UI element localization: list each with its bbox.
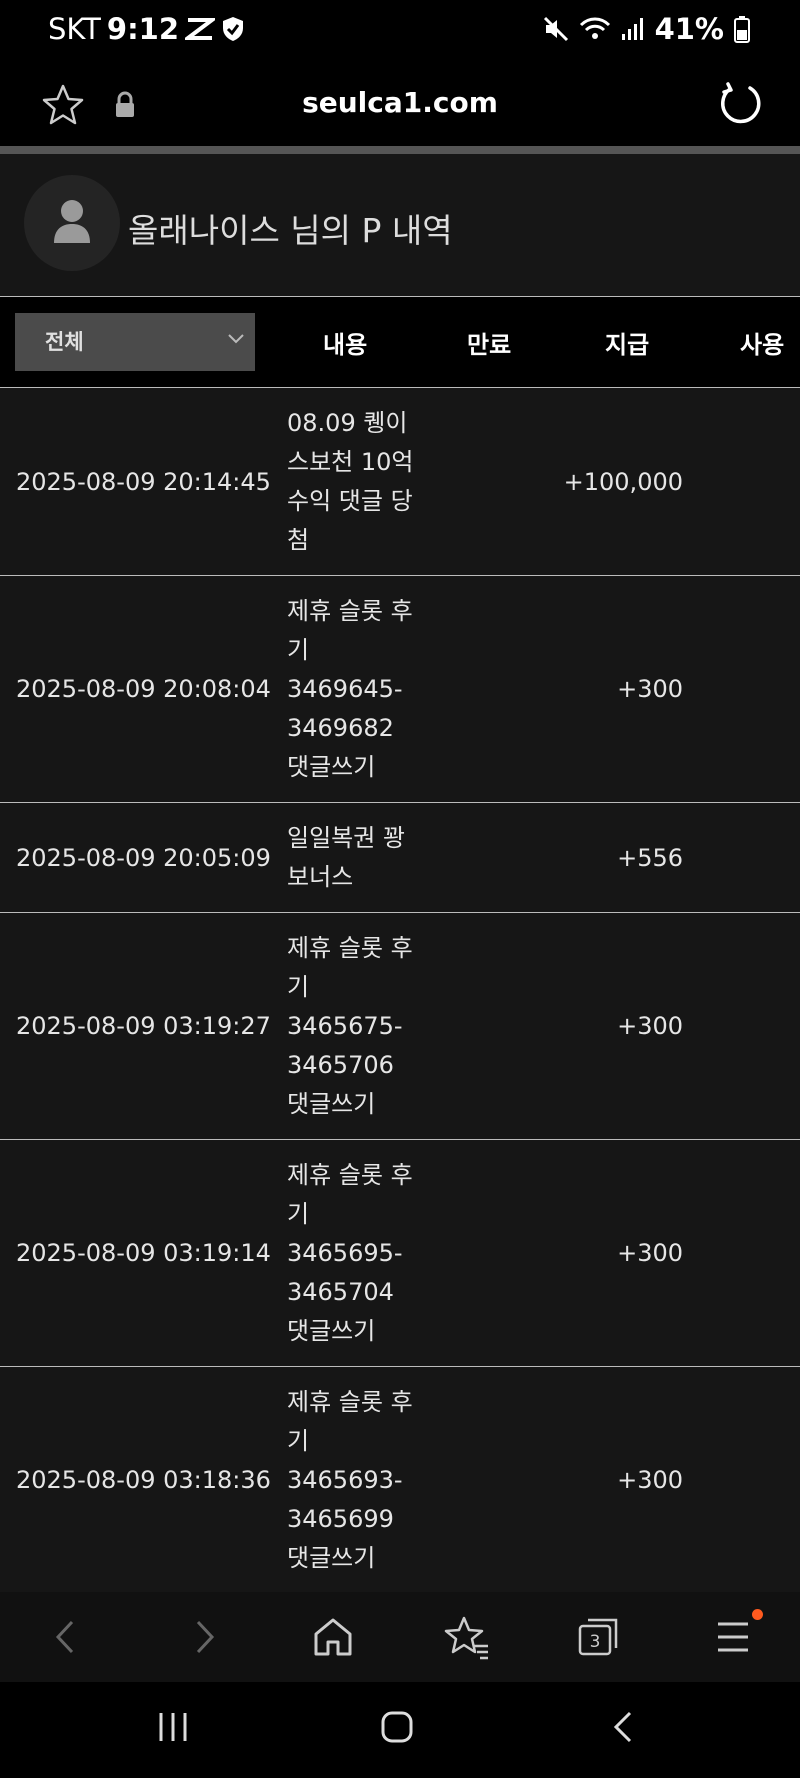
row-amount: +300 — [617, 675, 683, 703]
points-table-body: 2025-08-09 20:14:45 08.09 퀭이스보천 10억 수익 댓글… — [0, 388, 800, 1592]
filter-select[interactable]: 전체 — [15, 313, 255, 371]
row-date: 2025-08-09 03:19:27 — [16, 1012, 271, 1040]
row-amount: +300 — [617, 1239, 683, 1267]
menu-icon[interactable] — [710, 1614, 756, 1660]
system-nav-bar — [0, 1682, 800, 1778]
row-amount: +100,000 — [563, 467, 683, 496]
row-amount: +300 — [617, 1012, 683, 1040]
table-row: 2025-08-09 20:14:45 08.09 퀭이스보천 10억 수익 댓글… — [0, 388, 800, 576]
back-system-icon[interactable] — [606, 1710, 640, 1744]
page-title: 올래나이스 님의 P 내역 — [128, 211, 453, 250]
tabs-count: 3 — [590, 1632, 601, 1652]
row-amount: +300 — [617, 1466, 683, 1494]
status-bar: SKT 9:12 41% — [0, 0, 800, 64]
row-amount: +556 — [617, 843, 683, 872]
row-date: 2025-08-09 20:05:09 — [16, 843, 271, 872]
row-content: 08.09 퀭이스보천 10억 수익 댓글 당첨 — [287, 409, 414, 554]
row-content: 일일복권 꽝 보너스 — [287, 824, 406, 891]
status-right: 41% — [543, 12, 750, 46]
wifi-icon — [579, 17, 610, 39]
table-row: 2025-08-09 03:19:27 제휴 슬롯 후기 3465675-3465… — [0, 913, 800, 1140]
status-left: SKT 9:12 — [48, 12, 245, 46]
reload-icon[interactable] — [716, 80, 764, 128]
carrier: SKT — [48, 12, 101, 46]
avatar — [24, 175, 120, 271]
shield-icon — [223, 17, 244, 41]
column-header-expiry: 만료 — [467, 331, 512, 359]
browser-toolbar: seulca1.com — [0, 64, 800, 146]
home-system-icon[interactable] — [380, 1710, 414, 1744]
row-date: 2025-08-09 20:14:45 — [16, 467, 271, 496]
recent-apps-icon[interactable] — [156, 1710, 190, 1744]
browser-bottom-nav: 3 — [0, 1592, 800, 1682]
tabs-icon: 3 — [578, 1618, 618, 1656]
chevron-down-icon — [228, 334, 244, 344]
table-row: 2025-08-09 03:18:36 제휴 슬롯 후기 3465693-3465… — [0, 1367, 800, 1592]
row-content: 제휴 슬롯 후기 3465695-3465704 댓글쓰기 — [287, 1161, 413, 1345]
forward-icon[interactable] — [180, 1614, 226, 1660]
page-load-divider — [0, 146, 800, 154]
profile-header: 올래나이스 님의 P 내역 — [0, 154, 800, 297]
filter-value: 전체 — [45, 330, 84, 354]
row-date: 2025-08-09 20:08:04 — [16, 675, 271, 703]
notification-dot — [752, 1609, 763, 1620]
signal-icon — [621, 18, 643, 40]
user-icon — [54, 200, 90, 243]
row-date: 2025-08-09 03:18:36 — [16, 1466, 271, 1494]
table-row: 2025-08-09 20:08:04 제휴 슬롯 후기 3469645-3469… — [0, 576, 800, 803]
row-content: 제휴 슬롯 후기 3469645-3469682 댓글쓰기 — [287, 597, 413, 781]
battery-icon — [734, 16, 750, 43]
back-icon[interactable] — [44, 1614, 90, 1660]
table-row: 2025-08-09 03:19:14 제휴 슬롯 후기 3465695-3465… — [0, 1140, 800, 1367]
table-row: 2025-08-09 20:05:09 일일복권 꽝 보너스 +556 — [0, 803, 800, 913]
column-header-content: 내용 — [323, 331, 368, 359]
column-header-used: 사용 — [740, 331, 785, 359]
table-header: 전체 내용 만료 지급 사용 — [0, 297, 800, 388]
app-notification-icon — [185, 18, 216, 40]
home-icon[interactable] — [310, 1614, 356, 1660]
battery-percent: 41% — [654, 12, 724, 46]
row-date: 2025-08-09 03:19:14 — [16, 1239, 271, 1267]
column-header-paid: 지급 — [605, 331, 650, 359]
url-bar[interactable]: seulca1.com — [0, 86, 800, 119]
clock: 9:12 — [106, 12, 180, 46]
bookmarks-icon[interactable] — [444, 1614, 490, 1660]
mute-icon — [543, 16, 568, 42]
tabs-button[interactable]: 3 — [576, 1614, 622, 1660]
page-content: 올래나이스 님의 P 내역 전체 내용 만료 지급 사용 2025-08-09 … — [0, 154, 800, 1592]
row-content: 제휴 슬롯 후기 3465675-3465706 댓글쓰기 — [287, 934, 413, 1118]
row-content: 제휴 슬롯 후기 3465693-3465699 댓글쓰기 — [287, 1388, 413, 1572]
